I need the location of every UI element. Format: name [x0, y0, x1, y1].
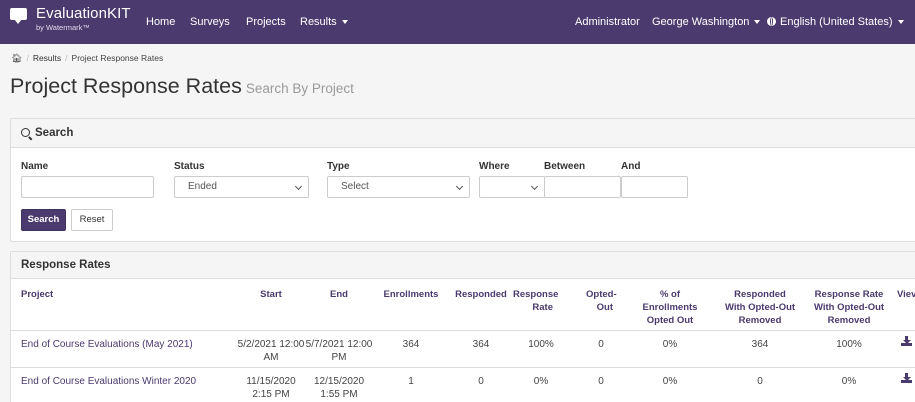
home-icon[interactable]: 🏠︎: [11, 53, 22, 63]
row-responded: 364: [472, 339, 490, 350]
brand-logo[interactable]: EvaluationKIT by Watermark™: [10, 6, 131, 32]
row-start: 5/2/2021 12:00 AM: [237, 339, 305, 363]
row-opted-out: 0: [598, 339, 604, 350]
chat-bubble-icon: [10, 8, 28, 24]
col-view[interactable]: Viev: [897, 288, 915, 301]
col-project[interactable]: Project: [21, 288, 53, 301]
row-response-rate: 100%: [528, 339, 554, 350]
nav-role[interactable]: Administrator: [575, 16, 640, 28]
row-responded: 0: [478, 376, 484, 387]
status-label: Status: [174, 161, 205, 172]
where-label: Where: [479, 161, 510, 172]
row-responded-removed: 0: [757, 376, 763, 387]
row-start: 11/15/2020 2:15 PM: [246, 376, 296, 400]
chevron-down-icon: [455, 182, 464, 191]
col-start[interactable]: Start: [260, 288, 282, 301]
where-select[interactable]: [479, 176, 545, 198]
type-value: Select: [341, 181, 369, 192]
row-enrollments: 364: [402, 339, 420, 350]
status-select[interactable]: Ended: [174, 176, 309, 198]
nav-results[interactable]: Results: [300, 16, 348, 28]
status-value: Ended: [188, 181, 217, 192]
type-label: Type: [327, 161, 350, 172]
row-project-link[interactable]: End of Course Evaluations (May 2021): [21, 338, 193, 351]
nav-projects[interactable]: Projects: [246, 16, 286, 28]
row-rate-removed: 100%: [836, 339, 862, 350]
col-end[interactable]: End: [330, 288, 348, 301]
download-icon[interactable]: [901, 336, 912, 346]
search-icon: [21, 128, 30, 137]
chevron-down-icon: [294, 182, 303, 191]
name-input[interactable]: [21, 176, 154, 198]
search-button[interactable]: Search: [21, 209, 66, 231]
response-rates-heading: Response Rates: [11, 252, 915, 279]
col-rate-removed[interactable]: Response Rate With Opted-Out Removed: [814, 288, 884, 327]
download-icon[interactable]: [901, 373, 912, 383]
globe-icon: [767, 17, 776, 26]
row-pct-opted-out: 0%: [662, 376, 678, 387]
breadcrumb: 🏠︎ / Results / Project Response Rates: [11, 53, 164, 63]
nav-user-menu[interactable]: George Washington: [652, 16, 761, 28]
caret-down-icon: [754, 20, 761, 25]
name-label: Name: [21, 161, 49, 172]
breadcrumb-results[interactable]: Results: [33, 53, 61, 63]
nav-user-label: George Washington: [652, 16, 750, 28]
search-panel: Search Name Status Ended Type Select Whe…: [10, 118, 915, 242]
reset-button[interactable]: Reset: [71, 209, 113, 231]
search-heading-text: Search: [35, 127, 74, 139]
and-input[interactable]: [621, 176, 688, 198]
col-responded[interactable]: Responded: [455, 288, 507, 301]
and-label: And: [621, 161, 641, 172]
type-select[interactable]: Select: [327, 176, 470, 198]
row-responded-removed: 364: [751, 339, 769, 350]
header-divider: [11, 330, 915, 331]
row-opted-out: 0: [598, 376, 604, 387]
col-response-rate[interactable]: Response Rate: [513, 288, 558, 314]
nav-language-label: English (United States): [780, 16, 893, 28]
row-end: 12/15/2020 1:55 PM: [313, 376, 365, 400]
row-pct-opted-out: 0%: [662, 339, 678, 350]
brand-subtitle: by Watermark™: [36, 23, 90, 32]
breadcrumb-current: Project Response Rates: [71, 53, 164, 63]
row-rate-removed: 0%: [841, 376, 857, 387]
col-responded-removed[interactable]: Responded With Opted-Out Removed: [725, 288, 795, 327]
nav-language-menu[interactable]: English (United States): [767, 16, 904, 28]
brand-name: EvaluationKIT: [36, 5, 131, 22]
page-title-text: Project Response Rates: [10, 74, 242, 98]
chevron-down-icon: [530, 182, 539, 191]
col-pct-opted-out[interactable]: % of Enrollments Opted Out: [643, 288, 698, 327]
col-enrollments[interactable]: Enrollments: [384, 288, 439, 301]
col-opted-out[interactable]: Opted- Out: [586, 288, 617, 314]
caret-down-icon: [897, 20, 904, 25]
row-end: 5/7/2021 12:00 PM: [305, 339, 373, 363]
row-project-link[interactable]: End of Course Evaluations Winter 2020: [21, 375, 196, 388]
search-panel-heading: Search: [11, 119, 915, 148]
nav-home[interactable]: Home: [146, 16, 175, 28]
top-navbar: EvaluationKIT by Watermark™ Home Surveys…: [0, 0, 915, 44]
response-rates-panel: Response Rates Project Start End Enrollm…: [10, 251, 915, 402]
nav-results-label: Results: [300, 16, 337, 28]
nav-surveys[interactable]: Surveys: [190, 16, 230, 28]
between-input[interactable]: [544, 176, 621, 198]
caret-down-icon: [341, 20, 348, 25]
page-title: Project Response Rates Search By Project: [10, 74, 354, 99]
row-response-rate: 0%: [533, 376, 549, 387]
between-label: Between: [544, 161, 586, 172]
row-enrollments: 1: [408, 376, 414, 387]
row-divider: [11, 367, 915, 368]
page-subtitle: Search By Project: [245, 81, 354, 96]
